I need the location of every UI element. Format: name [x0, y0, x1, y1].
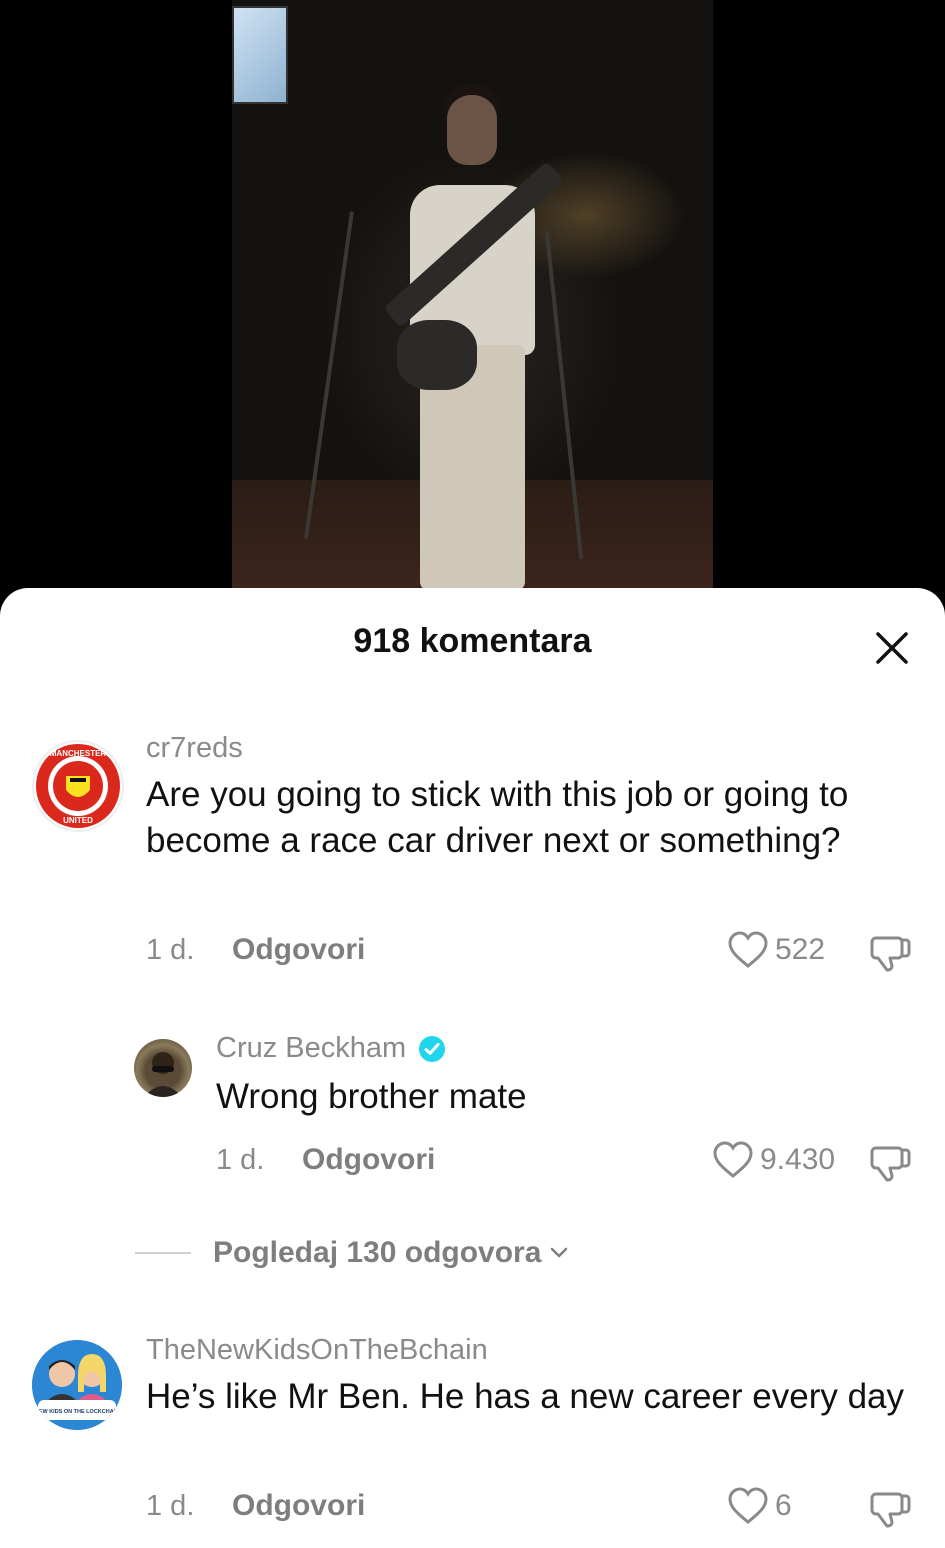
username-text: Cruz Beckham	[216, 1032, 407, 1064]
video-player[interactable]	[0, 0, 945, 600]
video-frame	[232, 0, 713, 590]
dislike-button[interactable]	[870, 1140, 914, 1189]
comment-text: Are you going to stick with this job or …	[146, 775, 849, 860]
comments-count-title: 918 komentara	[353, 622, 592, 660]
logo-text: NEW KIDS ON THE LOCKCHAIN	[35, 1409, 119, 1415]
comment-text: Wrong brother mate	[216, 1077, 527, 1116]
close-icon	[876, 632, 908, 664]
comment-time: 1 d.	[216, 1144, 265, 1176]
verified-badge-icon	[419, 1036, 446, 1063]
heart-icon	[713, 1141, 753, 1178]
comment-time: 1 d.	[146, 934, 195, 966]
like-count: 6	[775, 1489, 792, 1522]
reply-button[interactable]: Odgovori	[302, 1143, 435, 1177]
manchester-united-crest-icon: MANCHESTER UNITED	[36, 744, 120, 828]
comment-username[interactable]: cr7reds	[146, 732, 243, 765]
like-count: 522	[775, 933, 826, 966]
avatar[interactable]	[134, 1039, 192, 1097]
dislike-button[interactable]	[870, 1486, 914, 1535]
reply-button[interactable]: Odgovori	[232, 933, 365, 967]
reply-button[interactable]: Odgovori	[232, 1489, 365, 1523]
close-button[interactable]	[870, 626, 914, 670]
avatar[interactable]: NEW KIDS ON THE LOCKCHAIN	[32, 1340, 122, 1430]
avatar[interactable]: MANCHESTER UNITED	[32, 740, 124, 832]
divider-line	[135, 1252, 191, 1254]
thumbs-down-icon	[870, 1492, 911, 1528]
heart-icon	[728, 1487, 768, 1524]
comment-username[interactable]: Cruz Beckham	[216, 1032, 446, 1065]
window	[232, 6, 288, 104]
like-button[interactable]: 6	[727, 1486, 792, 1526]
cartoon-duo-logo-icon: NEW KIDS ON THE LOCKCHAIN	[32, 1340, 122, 1430]
user-photo-icon	[144, 1052, 182, 1097]
comment-username[interactable]: TheNewKidsOnTheBchain	[146, 1334, 488, 1367]
dislike-button[interactable]	[870, 930, 914, 979]
like-button[interactable]: 9.430	[712, 1140, 835, 1180]
comments-sheet: 918 komentara MANCHESTER UNITED cr7reds …	[0, 588, 945, 1548]
like-button[interactable]: 522	[727, 930, 825, 970]
thumbs-down-icon	[870, 1146, 911, 1182]
view-replies-button[interactable]: Pogledaj 130 odgovora	[213, 1236, 541, 1270]
thumbs-down-icon	[870, 936, 911, 972]
chevron-down-icon	[551, 1247, 568, 1258]
view-replies-row[interactable]: Pogledaj 130 odgovora	[135, 1236, 571, 1270]
like-count: 9.430	[760, 1143, 836, 1176]
crest-text-bottom: UNITED	[63, 816, 93, 825]
comment-text: He’s like Mr Ben. He has a new career ev…	[146, 1377, 905, 1416]
heart-icon	[728, 931, 768, 968]
performer	[383, 85, 565, 590]
crest-text-top: MANCHESTER	[50, 749, 107, 758]
comment-time: 1 d.	[146, 1490, 195, 1522]
